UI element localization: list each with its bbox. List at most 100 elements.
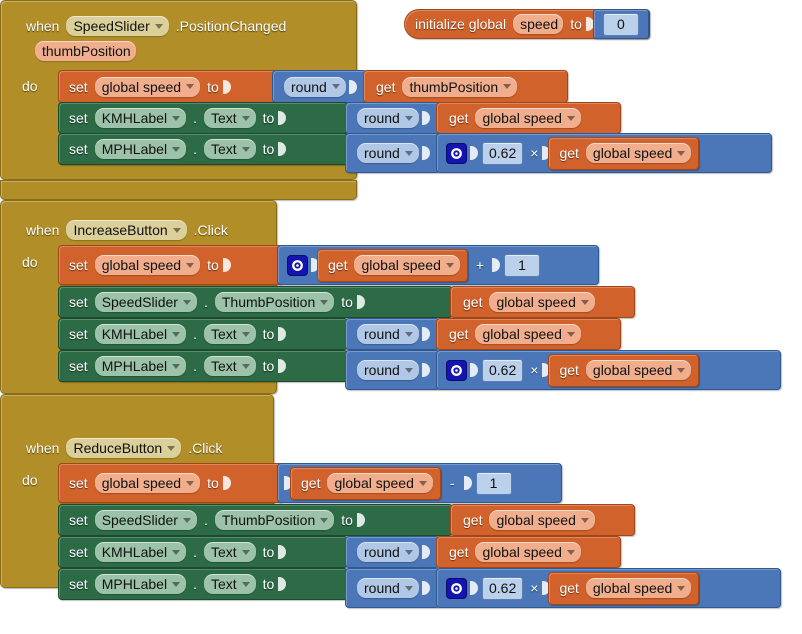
- component-dropdown-mphlabel[interactable]: MPHLabel: [94, 574, 187, 594]
- component-dropdown-reducebutton[interactable]: ReduceButton: [66, 438, 182, 458]
- get-variable-dropdown[interactable]: global speed: [585, 143, 692, 163]
- chevron-down-icon[interactable]: [172, 115, 181, 121]
- property-dropdown-text[interactable]: Text: [203, 542, 256, 562]
- chevron-down-icon[interactable]: [182, 299, 191, 305]
- get-variable-dropdown[interactable]: thumbPosition: [402, 76, 518, 97]
- statement-set-speedslider-thumbposition-1[interactable]: set SpeedSlider . ThumbPosition to: [58, 286, 453, 318]
- property-dropdown-text[interactable]: Text: [203, 324, 256, 344]
- chevron-down-icon[interactable]: [404, 150, 413, 156]
- component-dropdown-mphlabel[interactable]: MPHLabel: [94, 356, 187, 376]
- multiply-block-2[interactable]: 0.62 × get global speed: [436, 350, 781, 390]
- statement-set-mphlabel-text-1[interactable]: set MPHLabel . Text to: [58, 133, 348, 165]
- chevron-down-icon[interactable]: [167, 445, 176, 451]
- get-variable-dropdown[interactable]: global speed: [475, 542, 581, 562]
- chevron-down-icon[interactable]: [331, 84, 340, 89]
- get-variable-dropdown[interactable]: global speed: [489, 510, 595, 530]
- chevron-down-icon[interactable]: [186, 480, 195, 486]
- chevron-down-icon[interactable]: [172, 549, 181, 555]
- chevron-down-icon[interactable]: [241, 581, 250, 587]
- get-variable-dropdown[interactable]: global speed: [475, 324, 581, 344]
- chevron-down-icon[interactable]: [566, 115, 575, 121]
- global-variable-dropdown[interactable]: global speed: [94, 255, 201, 275]
- component-dropdown-kmhlabel[interactable]: KMHLabel: [94, 542, 187, 562]
- statement-set-mphlabel-text-2[interactable]: set MPHLabel . Text to: [58, 350, 348, 382]
- component-dropdown-kmhlabel[interactable]: KMHLabel: [94, 324, 187, 344]
- round-dropdown[interactable]: round: [357, 143, 419, 163]
- chevron-down-icon[interactable]: [241, 549, 250, 555]
- get-block-thumbposition[interactable]: get thumbPosition: [363, 70, 568, 103]
- number-block-zero[interactable]: 0: [592, 9, 649, 39]
- add-right-number-field[interactable]: 1: [504, 253, 541, 277]
- get-block-globalspeed-6[interactable]: get global speed: [548, 353, 700, 387]
- statement-set-global-speed-2[interactable]: set global speed to: [58, 245, 283, 285]
- event-parameter-thumbposition[interactable]: thumbPosition: [35, 41, 136, 61]
- chevron-down-icon[interactable]: [677, 367, 686, 373]
- get-block-globalspeed-7[interactable]: get global speed: [290, 466, 441, 500]
- chevron-down-icon[interactable]: [241, 331, 250, 337]
- chevron-down-icon[interactable]: [404, 585, 413, 591]
- chevron-down-icon[interactable]: [580, 517, 589, 523]
- component-dropdown-increasebutton[interactable]: IncreaseButton: [66, 220, 187, 240]
- subtract-right-number-field[interactable]: 1: [475, 471, 512, 495]
- property-dropdown-text[interactable]: Text: [203, 108, 256, 128]
- round-block-6[interactable]: round: [345, 536, 440, 568]
- mutator-gear-icon[interactable]: [446, 577, 467, 599]
- component-dropdown-speedslider[interactable]: SpeedSlider: [66, 16, 169, 36]
- get-variable-dropdown[interactable]: global speed: [489, 292, 595, 312]
- statement-set-kmhlabel-text-1[interactable]: set KMHLabel . Text to: [58, 102, 348, 134]
- get-block-globalspeed-10[interactable]: get global speed: [548, 571, 700, 605]
- number-value-field[interactable]: 0: [602, 12, 639, 36]
- chevron-down-icon[interactable]: [320, 517, 329, 523]
- chevron-down-icon[interactable]: [241, 146, 250, 152]
- chevron-down-icon[interactable]: [677, 585, 686, 591]
- statement-set-kmhlabel-text-3[interactable]: set KMHLabel . Text to: [58, 536, 348, 568]
- get-variable-dropdown[interactable]: global speed: [585, 578, 692, 598]
- multiply-left-number-field[interactable]: 0.62: [482, 358, 524, 382]
- round-block-1[interactable]: round: [272, 70, 367, 103]
- chevron-down-icon[interactable]: [404, 549, 413, 555]
- multiply-left-number-field[interactable]: 0.62: [482, 576, 524, 600]
- get-block-globalspeed-3[interactable]: get global speed: [317, 248, 468, 282]
- multiply-block-3[interactable]: 0.62 × get global speed: [436, 568, 781, 608]
- component-dropdown-mphlabel[interactable]: MPHLabel: [94, 139, 187, 159]
- chevron-down-icon[interactable]: [172, 331, 181, 337]
- property-dropdown-thumbposition[interactable]: ThumbPosition: [214, 510, 335, 530]
- subtract-block-1[interactable]: get global speed - 1: [277, 463, 562, 503]
- chevron-down-icon[interactable]: [241, 363, 250, 369]
- get-variable-dropdown[interactable]: global speed: [585, 360, 692, 380]
- round-block-7[interactable]: round: [345, 568, 440, 608]
- mutator-gear-icon[interactable]: [446, 142, 467, 164]
- blocks-workspace[interactable]: initialize global speed to 0 when SpeedS…: [0, 0, 802, 634]
- get-variable-dropdown[interactable]: global speed: [475, 108, 581, 128]
- round-dropdown[interactable]: round: [357, 578, 419, 598]
- chevron-down-icon[interactable]: [182, 517, 191, 523]
- global-variable-name-field[interactable]: speed: [513, 14, 564, 34]
- chevron-down-icon[interactable]: [186, 84, 195, 89]
- add-block-1[interactable]: get global speed + 1: [277, 245, 599, 285]
- get-block-globalspeed-2[interactable]: get global speed: [548, 136, 700, 170]
- chevron-down-icon[interactable]: [503, 84, 512, 89]
- chevron-down-icon[interactable]: [418, 480, 427, 486]
- get-block-globalspeed-8[interactable]: get global speed: [450, 504, 635, 536]
- chevron-down-icon[interactable]: [445, 262, 454, 268]
- get-block-globalspeed-1[interactable]: get global speed: [436, 102, 621, 134]
- chevron-down-icon[interactable]: [320, 299, 329, 305]
- chevron-down-icon[interactable]: [566, 331, 575, 337]
- statement-set-kmhlabel-text-2[interactable]: set KMHLabel . Text to: [58, 318, 348, 350]
- chevron-down-icon[interactable]: [404, 115, 413, 121]
- property-dropdown-text[interactable]: Text: [203, 356, 256, 376]
- get-block-globalspeed-5[interactable]: get global speed: [436, 318, 621, 350]
- property-dropdown-thumbposition[interactable]: ThumbPosition: [214, 292, 335, 312]
- chevron-down-icon[interactable]: [677, 150, 686, 156]
- chevron-down-icon[interactable]: [404, 367, 413, 373]
- property-dropdown-text[interactable]: Text: [203, 139, 256, 159]
- initialize-global-block[interactable]: initialize global speed to 0: [404, 9, 650, 39]
- chevron-down-icon[interactable]: [566, 549, 575, 555]
- global-variable-dropdown[interactable]: global speed: [94, 76, 201, 97]
- round-dropdown[interactable]: round: [357, 542, 419, 562]
- statement-set-speedslider-thumbposition-2[interactable]: set SpeedSlider . ThumbPosition to: [58, 504, 453, 536]
- get-block-globalspeed-4[interactable]: get global speed: [450, 286, 635, 318]
- multiply-left-number-field[interactable]: 0.62: [482, 141, 524, 165]
- chevron-down-icon[interactable]: [172, 581, 181, 587]
- round-dropdown[interactable]: round: [357, 324, 419, 344]
